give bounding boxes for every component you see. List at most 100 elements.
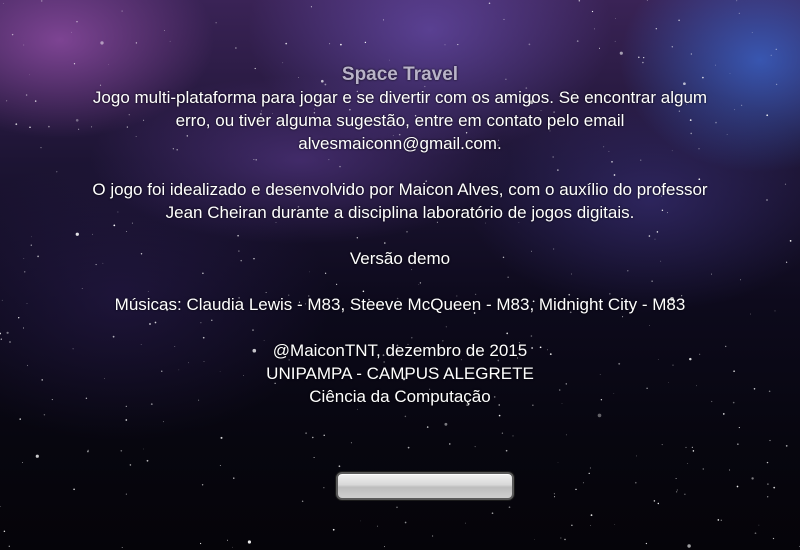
star <box>589 467 591 469</box>
star <box>232 546 233 548</box>
star <box>678 19 680 22</box>
star <box>11 33 14 36</box>
star <box>383 546 386 548</box>
star <box>444 422 448 426</box>
star <box>590 514 593 516</box>
star <box>758 524 760 526</box>
back-button[interactable] <box>336 472 514 500</box>
star <box>722 413 725 415</box>
star <box>338 465 341 468</box>
star <box>488 2 491 4</box>
star <box>575 488 577 491</box>
star <box>200 542 202 545</box>
star <box>557 461 559 463</box>
star <box>2 3 4 4</box>
star <box>501 432 504 434</box>
star <box>323 434 325 437</box>
star <box>593 28 596 30</box>
star <box>736 485 739 488</box>
star <box>576 40 579 42</box>
star <box>738 427 740 429</box>
course: Ciência da Computação <box>309 387 491 406</box>
star <box>597 413 602 418</box>
star <box>702 468 704 470</box>
star <box>578 0 581 2</box>
star <box>505 449 508 452</box>
star <box>404 415 407 418</box>
star <box>396 506 398 509</box>
description-line-2: erro, ou tiver alguma sugestão, entre em… <box>175 111 625 130</box>
star <box>19 418 21 420</box>
star <box>22 461 24 463</box>
star <box>635 481 637 484</box>
star <box>444 44 446 46</box>
star <box>675 478 677 479</box>
star <box>498 414 501 417</box>
credits-line-1: O jogo foi idealizado e desenvolvido por… <box>92 180 708 199</box>
institution: UNIPAMPA - CAMPUS ALEGRETE <box>266 364 534 383</box>
star <box>684 493 686 495</box>
star <box>356 408 358 410</box>
star <box>737 443 739 445</box>
star <box>449 443 451 445</box>
star <box>676 489 678 491</box>
star <box>598 47 601 49</box>
star <box>121 547 123 548</box>
star <box>645 542 648 545</box>
star <box>323 487 325 489</box>
star <box>143 448 144 450</box>
star <box>691 446 694 449</box>
star <box>751 477 754 480</box>
star <box>657 502 660 505</box>
star <box>692 450 695 452</box>
star <box>767 483 769 485</box>
star <box>590 524 591 526</box>
star <box>554 496 556 498</box>
star <box>76 20 78 23</box>
star <box>40 0 43 2</box>
star <box>588 472 590 475</box>
star <box>614 40 616 42</box>
star <box>360 520 361 522</box>
star <box>738 12 740 14</box>
star <box>785 445 788 447</box>
star <box>571 524 573 526</box>
star <box>220 436 223 439</box>
star <box>169 40 171 42</box>
star <box>125 419 128 421</box>
description-line-1: Jogo multi-plataforma para jogar e se di… <box>92 88 708 107</box>
star <box>751 32 753 33</box>
star <box>528 43 531 46</box>
contact-email: alvesmaiconn@gmail.com. <box>298 134 502 153</box>
star <box>464 522 466 524</box>
star <box>350 442 352 444</box>
star <box>332 528 335 531</box>
star <box>340 43 342 46</box>
star <box>129 464 132 466</box>
star <box>512 435 514 437</box>
star <box>775 48 777 50</box>
star <box>8 545 10 547</box>
star <box>282 62 284 64</box>
star <box>729 469 731 471</box>
star <box>164 30 165 31</box>
star <box>582 482 584 484</box>
star <box>312 436 314 439</box>
star <box>553 493 555 495</box>
star <box>736 0 738 2</box>
star <box>227 539 228 541</box>
credits-line-2: Jean Cheiran durante a disciplina labora… <box>165 203 635 222</box>
star <box>364 41 367 44</box>
star <box>676 491 678 493</box>
game-title: Space Travel <box>341 64 459 85</box>
star <box>619 51 623 55</box>
star <box>87 450 89 453</box>
star <box>71 31 72 33</box>
star <box>247 540 251 544</box>
star <box>201 484 204 486</box>
star <box>560 537 562 539</box>
star <box>643 57 645 59</box>
star <box>767 496 769 498</box>
